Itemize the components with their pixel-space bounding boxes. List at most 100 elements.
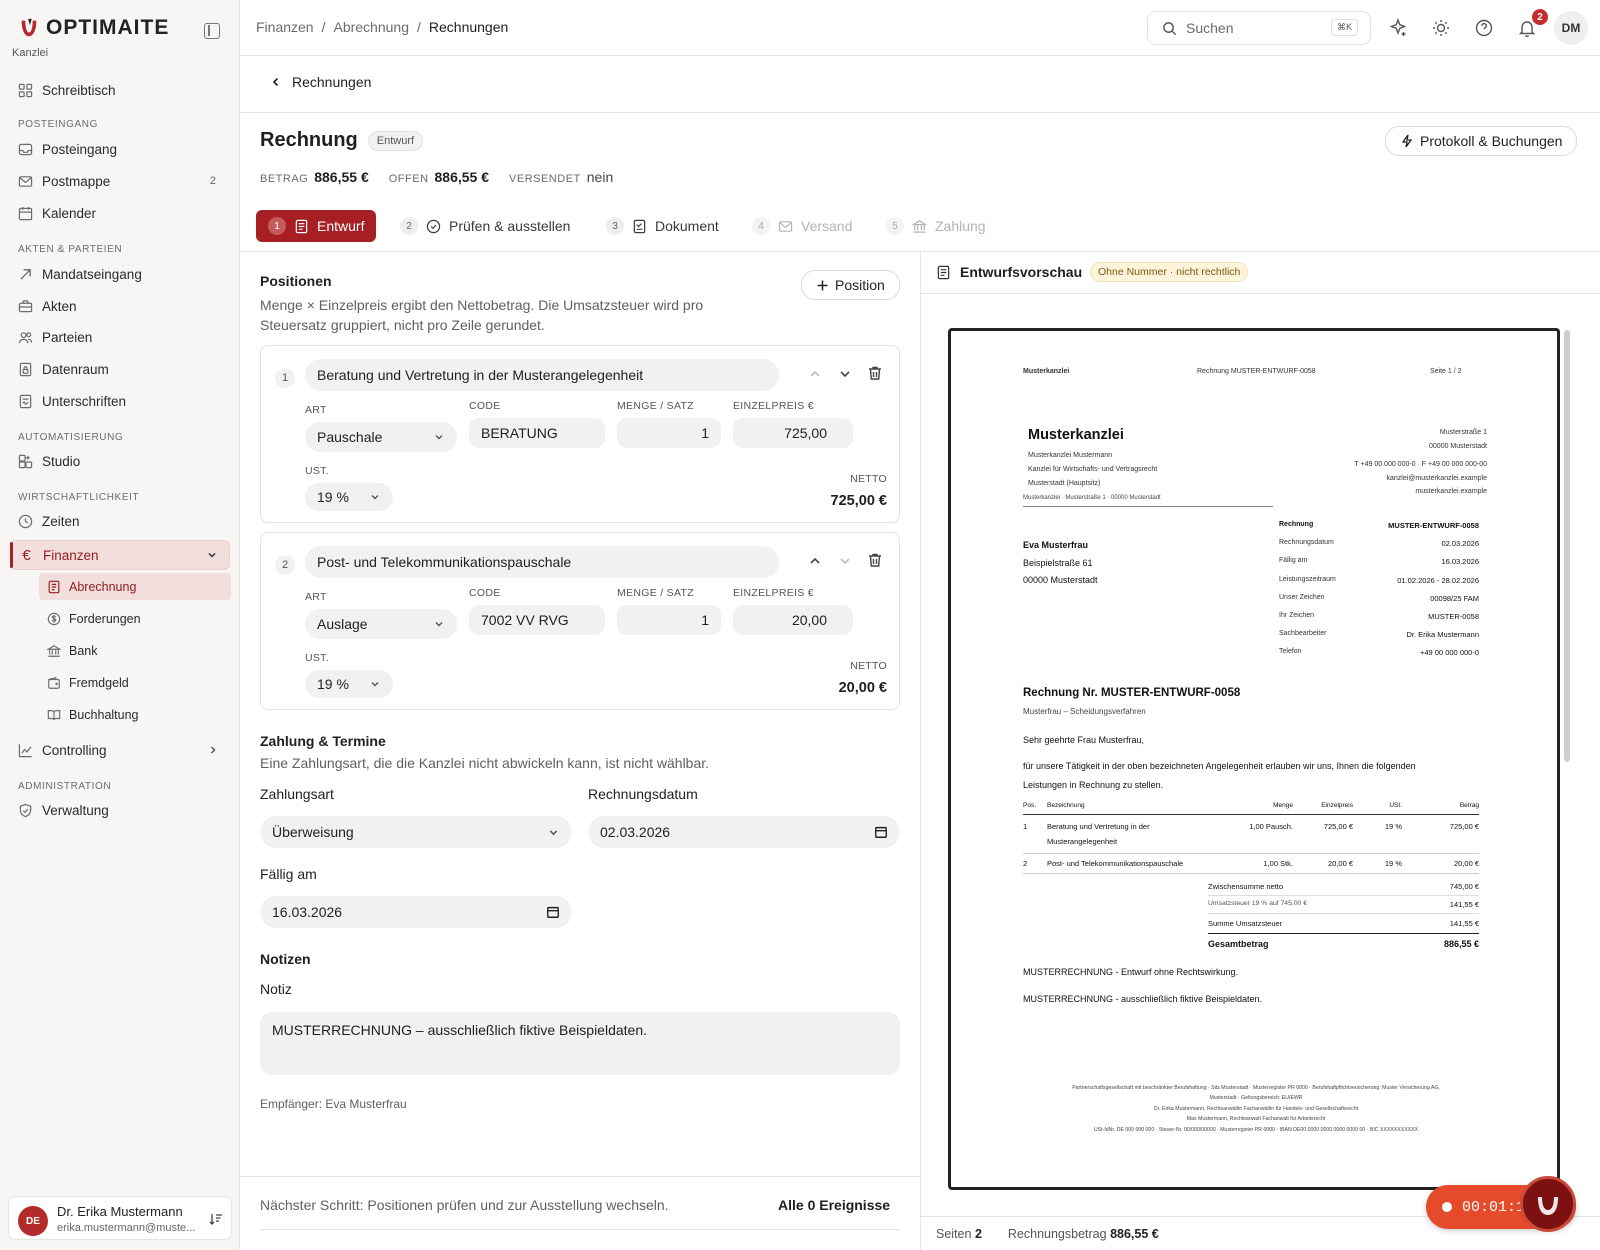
sidebar-subitem-forderungen[interactable]: Forderungen xyxy=(39,605,231,632)
sidebar-item-posteingang[interactable]: Posteingang xyxy=(10,135,230,163)
zap-icon xyxy=(1401,134,1413,148)
sidebar-item-parteien[interactable]: Parteien xyxy=(10,323,230,351)
doc-meta-value: MUSTER-ENTWURF-0058 xyxy=(1388,521,1479,530)
dollar-circle-icon xyxy=(47,612,61,625)
calendar-icon[interactable] xyxy=(546,905,560,919)
position-title-input[interactable]: Post- und Telekommunikationspauschale xyxy=(305,546,779,578)
sidebar-subitem-buchhaltung[interactable]: Buchhaltung xyxy=(39,701,231,728)
add-position-button[interactable]: Position xyxy=(801,270,900,300)
doc-table-cell: Beratung und Vertretung in der xyxy=(1047,822,1150,831)
events-link[interactable]: Alle 0 Ereignisse xyxy=(778,1197,890,1213)
art-select[interactable]: Auslage xyxy=(305,609,457,639)
sidebar-item-datenraum[interactable]: Datenraum xyxy=(10,355,230,383)
sidebar-item-kalender[interactable]: Kalender xyxy=(10,199,230,227)
sidebar-item-mandatseingang[interactable]: Mandatseingang xyxy=(10,260,230,288)
preview-header: Entwurfsvorschau Ohne Nummer · nicht rec… xyxy=(920,252,1600,294)
doc-meta-row: Rechnung MUSTER-ENTWURF-0058 xyxy=(1279,521,1479,535)
trash-icon[interactable] xyxy=(867,365,883,381)
chevron-up-icon[interactable] xyxy=(808,367,822,381)
sidebar-subitem-fremdgeld[interactable]: Fremdgeld xyxy=(39,669,231,696)
sidebar-item-zeiten[interactable]: Zeiten xyxy=(10,507,230,535)
workspace-name: Kanzlei xyxy=(12,47,49,59)
user-avatar-top[interactable]: DM xyxy=(1554,11,1588,45)
trash-icon[interactable] xyxy=(867,552,883,568)
sidebar-item-studio[interactable]: Studio xyxy=(10,447,230,475)
doc-salutation: Sehr geehrte Frau Musterfrau, xyxy=(1023,735,1145,745)
step-zahlung: 5 Zahlung xyxy=(886,210,986,242)
sidebar-subitem-bank[interactable]: Bank xyxy=(39,637,231,664)
help-circle-icon[interactable] xyxy=(1474,18,1494,38)
back-label: Rechnungen xyxy=(292,74,372,90)
user-card[interactable]: DE Dr. Erika Mustermann erika.mustermann… xyxy=(8,1196,232,1240)
rechnungsdatum-input[interactable]: 02.03.2026 xyxy=(588,816,900,848)
app-logo[interactable]: OPTIMAITE xyxy=(18,16,169,40)
breadcrumb-abrechnung[interactable]: Abrechnung xyxy=(333,19,409,35)
rechnungsdatum-value: 02.03.2026 xyxy=(600,824,671,840)
ust-select[interactable]: 19 % xyxy=(305,670,393,698)
back-link[interactable]: Rechnungen xyxy=(270,74,371,90)
sidebar-item-akten[interactable]: Akten xyxy=(10,292,230,320)
arrow-up-right-icon xyxy=(20,268,31,280)
menge-input[interactable]: 1 xyxy=(617,605,721,635)
code-input[interactable]: BERATUNG xyxy=(469,418,605,448)
chevron-down-icon[interactable] xyxy=(838,554,852,568)
sidebar-item-unterschriften[interactable]: Unterschriften xyxy=(10,387,230,415)
code-input[interactable]: 7002 VV RVG xyxy=(469,605,605,635)
sidebar-item-finanzen[interactable]: € Finanzen xyxy=(10,540,230,570)
zahlungsart-value: Überweisung xyxy=(272,824,354,840)
sidebar-subitem-abrechnung[interactable]: Abrechnung xyxy=(39,573,231,600)
zahlungsart-select[interactable]: Überweisung xyxy=(260,816,572,848)
search-input[interactable]: Suchen ⌘K xyxy=(1147,11,1371,45)
einzelpreis-input[interactable]: 725,00 xyxy=(733,418,853,448)
art-select[interactable]: Pauschale xyxy=(305,422,457,452)
sidebar-collapse-icon[interactable] xyxy=(204,23,220,39)
chevron-right-icon[interactable] xyxy=(202,740,224,760)
doc-footer-line: Partnerschaftsgesellschaft mit beschränk… xyxy=(1072,1085,1440,1091)
chart-line-icon xyxy=(18,743,32,757)
doc-meta-key: Unser Zeichen xyxy=(1279,593,1325,601)
chevron-down-icon[interactable] xyxy=(838,367,852,381)
ust-label: UST. xyxy=(305,652,329,664)
sidebar-subitem-label: Buchhaltung xyxy=(69,707,139,722)
sidebar-item-verwaltung[interactable]: Verwaltung xyxy=(10,796,230,824)
calendar-icon[interactable] xyxy=(874,825,888,839)
doc-footer-line: Max Mustermann, Rechtsanwalt Fachanwalt … xyxy=(1186,1116,1326,1123)
active-indicator xyxy=(10,542,13,568)
sparkles-icon[interactable] xyxy=(1388,18,1408,38)
doc-table-rule xyxy=(1023,814,1479,816)
breadcrumb-finanzen[interactable]: Finanzen xyxy=(256,19,314,35)
offen-value: 886,55 € xyxy=(434,169,490,185)
sun-icon[interactable] xyxy=(1431,18,1451,38)
doc-recipient-line: 00000 Musterstadt xyxy=(1023,575,1098,585)
step-number: 4 xyxy=(752,217,770,235)
section-title-administration: ADMINISTRATION xyxy=(18,781,112,792)
divider xyxy=(240,112,1600,113)
finanzen-collapse-chevron-icon[interactable] xyxy=(201,545,223,565)
record-dot-icon xyxy=(1442,1202,1452,1212)
preview-scrollbar[interactable] xyxy=(1564,330,1570,762)
faellig-input[interactable]: 16.03.2026 xyxy=(260,896,572,928)
sort-icon[interactable] xyxy=(209,1212,223,1226)
assistant-fab[interactable] xyxy=(1520,1176,1576,1232)
section-title-posteingang: POSTEINGANG xyxy=(18,119,98,130)
notiz-textarea[interactable]: MUSTERRECHNUNG – ausschließlich fiktive … xyxy=(260,1012,900,1075)
sidebar-item-postmappe[interactable]: Postmappe 2 xyxy=(10,167,230,195)
ust-select[interactable]: 19 % xyxy=(305,483,393,511)
doc-meta-key: Sachbearbeiter xyxy=(1279,630,1327,638)
breadcrumb-separator: / xyxy=(321,19,326,35)
doc-sender-rule xyxy=(1023,506,1273,507)
sidebar-item-label: Schreibtisch xyxy=(42,82,116,98)
chevron-up-icon[interactable] xyxy=(808,554,822,568)
position-title-input[interactable]: Beratung und Vertretung in der Musterang… xyxy=(305,359,779,391)
sidebar-item-label: Studio xyxy=(42,453,81,469)
einzelpreis-input[interactable]: 20,00 xyxy=(733,605,853,635)
sidebar-item-schreibtisch[interactable]: Schreibtisch xyxy=(10,76,230,104)
rechnungsdatum-label: Rechnungsdatum xyxy=(588,786,698,802)
step-pruefen[interactable]: 2 Prüfen & ausstellen xyxy=(400,210,570,242)
sidebar-item-controlling[interactable]: Controlling xyxy=(10,736,230,764)
step-entwurf[interactable]: 1 Entwurf xyxy=(256,210,377,242)
protocol-button[interactable]: Protokoll & Buchungen xyxy=(1385,126,1578,156)
doc-intro-line: für unsere Tätigkeit in der oben bezeich… xyxy=(1023,761,1416,771)
step-dokument[interactable]: 3 Dokument xyxy=(606,210,719,242)
menge-input[interactable]: 1 xyxy=(617,418,721,448)
